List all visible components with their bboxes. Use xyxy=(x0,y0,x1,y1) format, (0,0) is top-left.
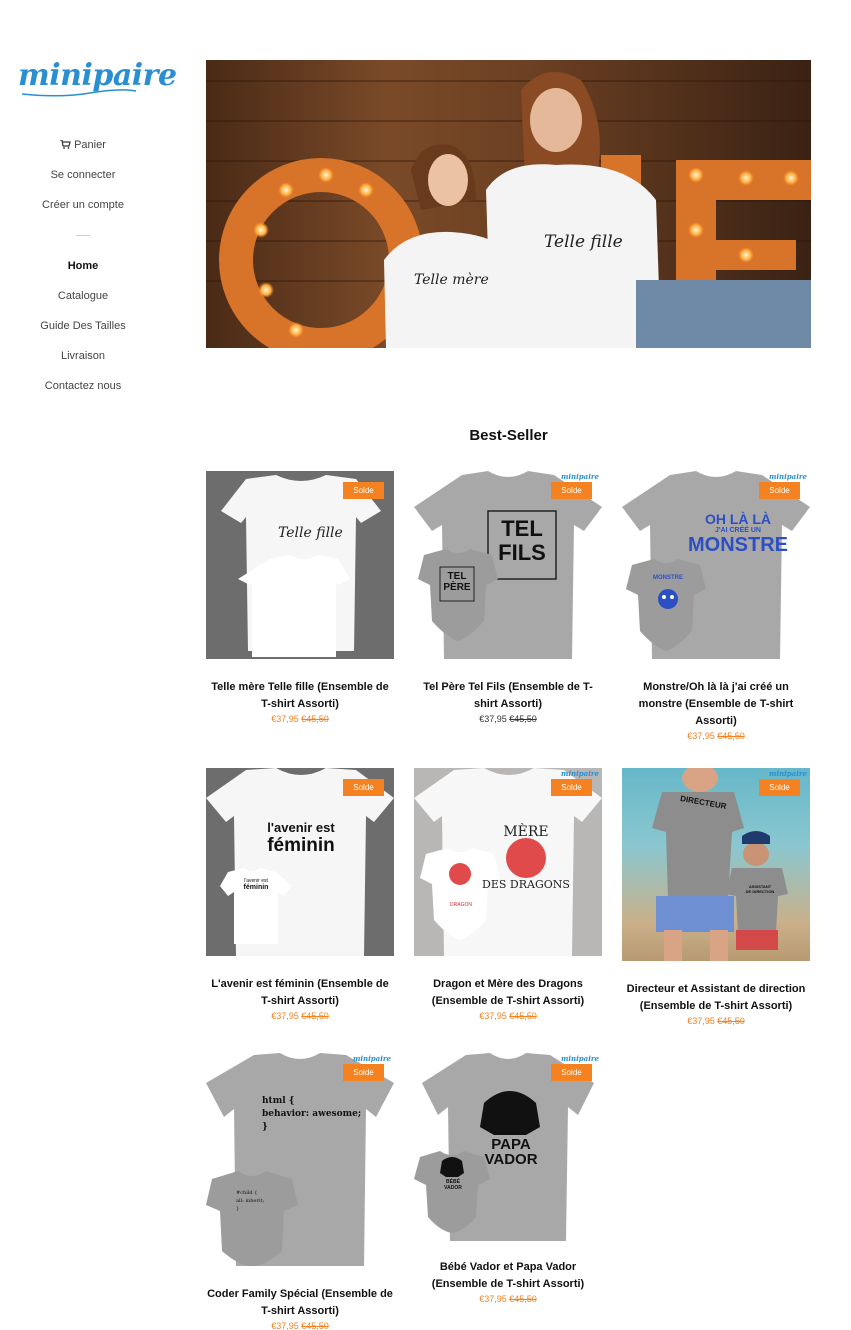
shirt-print-text: l'avenir est féminin xyxy=(267,820,335,856)
product-title[interactable]: Directeur et Assistant de direction (Ense… xyxy=(622,981,810,1015)
body-print-text: BÉBÉ VADOR xyxy=(444,1179,462,1191)
old-price: €45,50 xyxy=(301,714,329,724)
product-title[interactable]: Tel Père Tel Fils (Ensemble de T-shirt A… xyxy=(414,679,602,713)
sale-badge: Solde xyxy=(551,779,592,796)
cart-label: Panier xyxy=(74,139,106,151)
minipaire-watermark: minipaire xyxy=(352,1054,391,1063)
cart-icon xyxy=(60,140,71,149)
account-nav: Panier Se connecter Créer un compte xyxy=(0,130,166,220)
sale-badge: Solde xyxy=(343,1064,384,1081)
old-price: €45,50 xyxy=(509,714,537,724)
old-price: €45,50 xyxy=(717,1016,745,1026)
product-title[interactable]: Monstre/Oh là là j'ai créé un monstre (En… xyxy=(622,679,810,730)
product-price: €37,95 €45,50 xyxy=(687,1016,745,1026)
shirt-print-text: PAPA VADOR xyxy=(484,1136,538,1168)
hero-photo xyxy=(206,72,811,348)
logo-swoosh-icon xyxy=(21,89,137,97)
sale-badge: Solde xyxy=(343,482,384,499)
product-price: €37,95 €45,50 xyxy=(271,714,329,724)
section-title: Best-Seller xyxy=(469,427,548,444)
nav-home[interactable]: Home xyxy=(0,251,166,281)
nav-size-guide[interactable]: Guide Des Tailles xyxy=(0,311,166,341)
hero-shirt-text-adult: Telle fille xyxy=(544,232,623,252)
product-price: €37,95 €45,50 xyxy=(479,714,537,724)
kid-print-text: ASSISTANT DE DIRECTION xyxy=(745,884,775,894)
product-image[interactable]: minipaire Solde PAPA VADOR BÉBÉ VADOR xyxy=(414,1053,602,1241)
product-image[interactable]: Solde l'avenir est féminin l'avenir est … xyxy=(206,768,394,956)
kid-print-text: l'avenir est féminin xyxy=(243,878,269,891)
create-account-link[interactable]: Créer un compte xyxy=(0,190,166,220)
product-card[interactable]: minipaire Solde DIRECTEUR ASSISTANT DE D… xyxy=(622,768,810,1026)
product-card[interactable]: minipaire Solde MÈRE DES DRAGONS DRAGON … xyxy=(414,768,602,1021)
product-title[interactable]: Telle mère Telle fille (Ensemble de T-shi… xyxy=(206,679,394,713)
body-print-text: MONSTRE xyxy=(653,575,683,581)
sale-badge: Solde xyxy=(551,1064,592,1081)
nav-delivery[interactable]: Livraison xyxy=(0,341,166,371)
old-price: €45,50 xyxy=(301,1011,329,1021)
shirt-print-subtitle: DES DRAGONS xyxy=(482,878,570,891)
product-image[interactable]: minipaire Solde MÈRE DES DRAGONS DRAGON xyxy=(414,768,602,956)
old-price: €45,50 xyxy=(717,731,745,741)
product-title[interactable]: Bébé Vador et Papa Vador (Ensemble de T-s… xyxy=(414,1259,602,1293)
body-print-text: TEL PÈRE xyxy=(443,571,471,593)
product-title[interactable]: Coder Family Spécial (Ensemble de T-shirt… xyxy=(206,1286,394,1320)
product-image[interactable]: Solde Telle fille xyxy=(206,471,394,659)
hero-banner[interactable]: Telle fille Telle mère xyxy=(206,60,811,348)
product-title[interactable]: L'avenir est féminin (Ensemble de T-shirt… xyxy=(206,976,394,1010)
product-image[interactable]: minipaire Solde TEL FILS TEL PÈRE xyxy=(414,471,602,659)
sale-badge: Solde xyxy=(759,779,800,796)
shirt-print-text: Telle fille xyxy=(278,525,343,541)
product-image[interactable]: minipaire Solde OH LÀ LÀ J'AI CRÉÉ UN MO… xyxy=(622,471,810,659)
old-price: €45,50 xyxy=(509,1011,537,1021)
product-card[interactable]: Solde l'avenir est féminin l'avenir est … xyxy=(206,768,394,1021)
product-image[interactable]: minipaire Solde DIRECTEUR ASSISTANT DE D… xyxy=(622,768,810,961)
shirt-print-text: OH LÀ LÀ J'AI CRÉÉ UN MONSTRE xyxy=(688,511,788,556)
nav-contact[interactable]: Contactez nous xyxy=(0,371,166,401)
shirt-print-title: MÈRE xyxy=(503,824,549,840)
product-card[interactable]: minipaire Solde OH LÀ LÀ J'AI CRÉÉ UN MO… xyxy=(622,471,810,741)
sidebar-divider xyxy=(76,235,90,236)
old-price: €45,50 xyxy=(301,1321,329,1330)
minipaire-watermark: minipaire xyxy=(560,1054,599,1063)
minipaire-watermark: minipaire xyxy=(560,769,599,778)
body-print-text: DRAGON xyxy=(450,902,472,908)
cart-link[interactable]: Panier xyxy=(0,130,166,160)
product-image[interactable]: minipaire Solde html { behavior: awesome… xyxy=(206,1053,394,1266)
product-card[interactable]: minipaire Solde html { behavior: awesome… xyxy=(206,1053,394,1330)
minipaire-watermark: minipaire xyxy=(560,472,599,481)
product-price: €37,95 €45,50 xyxy=(687,731,745,741)
product-price: €37,95 €45,50 xyxy=(479,1011,537,1021)
product-card[interactable]: minipaire Solde PAPA VADOR BÉBÉ VADOR Bé… xyxy=(414,1053,602,1304)
nav-catalogue[interactable]: Catalogue xyxy=(0,281,166,311)
main-nav: Home Catalogue Guide Des Tailles Livrais… xyxy=(0,251,166,401)
login-link[interactable]: Se connecter xyxy=(0,160,166,190)
old-price: €45,50 xyxy=(509,1294,537,1304)
minipaire-watermark: minipaire xyxy=(768,769,807,778)
product-price: €37,95 €45,50 xyxy=(271,1321,329,1330)
code-print-text: html { behavior: awesome; } xyxy=(262,1096,362,1132)
sale-badge: Solde xyxy=(551,482,592,499)
sale-badge: Solde xyxy=(759,482,800,499)
shirt-print-text: TEL FILS xyxy=(498,516,546,565)
hero-shirt-text-child: Telle mère xyxy=(414,272,489,288)
product-card[interactable]: Solde Telle fille Telle mère Telle fille… xyxy=(206,471,394,724)
minipaire-watermark: minipaire xyxy=(768,472,807,481)
product-price: €37,95 €45,50 xyxy=(479,1294,537,1304)
product-card[interactable]: minipaire Solde TEL FILS TEL PÈRE Tel Pè… xyxy=(414,471,602,724)
product-price: €37,95 €45,50 xyxy=(271,1011,329,1021)
product-title[interactable]: Dragon et Mère des Dragons (Ensemble de T… xyxy=(414,976,602,1010)
sale-badge: Solde xyxy=(343,779,384,796)
minipaire-logo[interactable]: minipaire xyxy=(18,58,177,98)
kid-code-print-text: #child { all: inherit; } xyxy=(236,1190,265,1212)
